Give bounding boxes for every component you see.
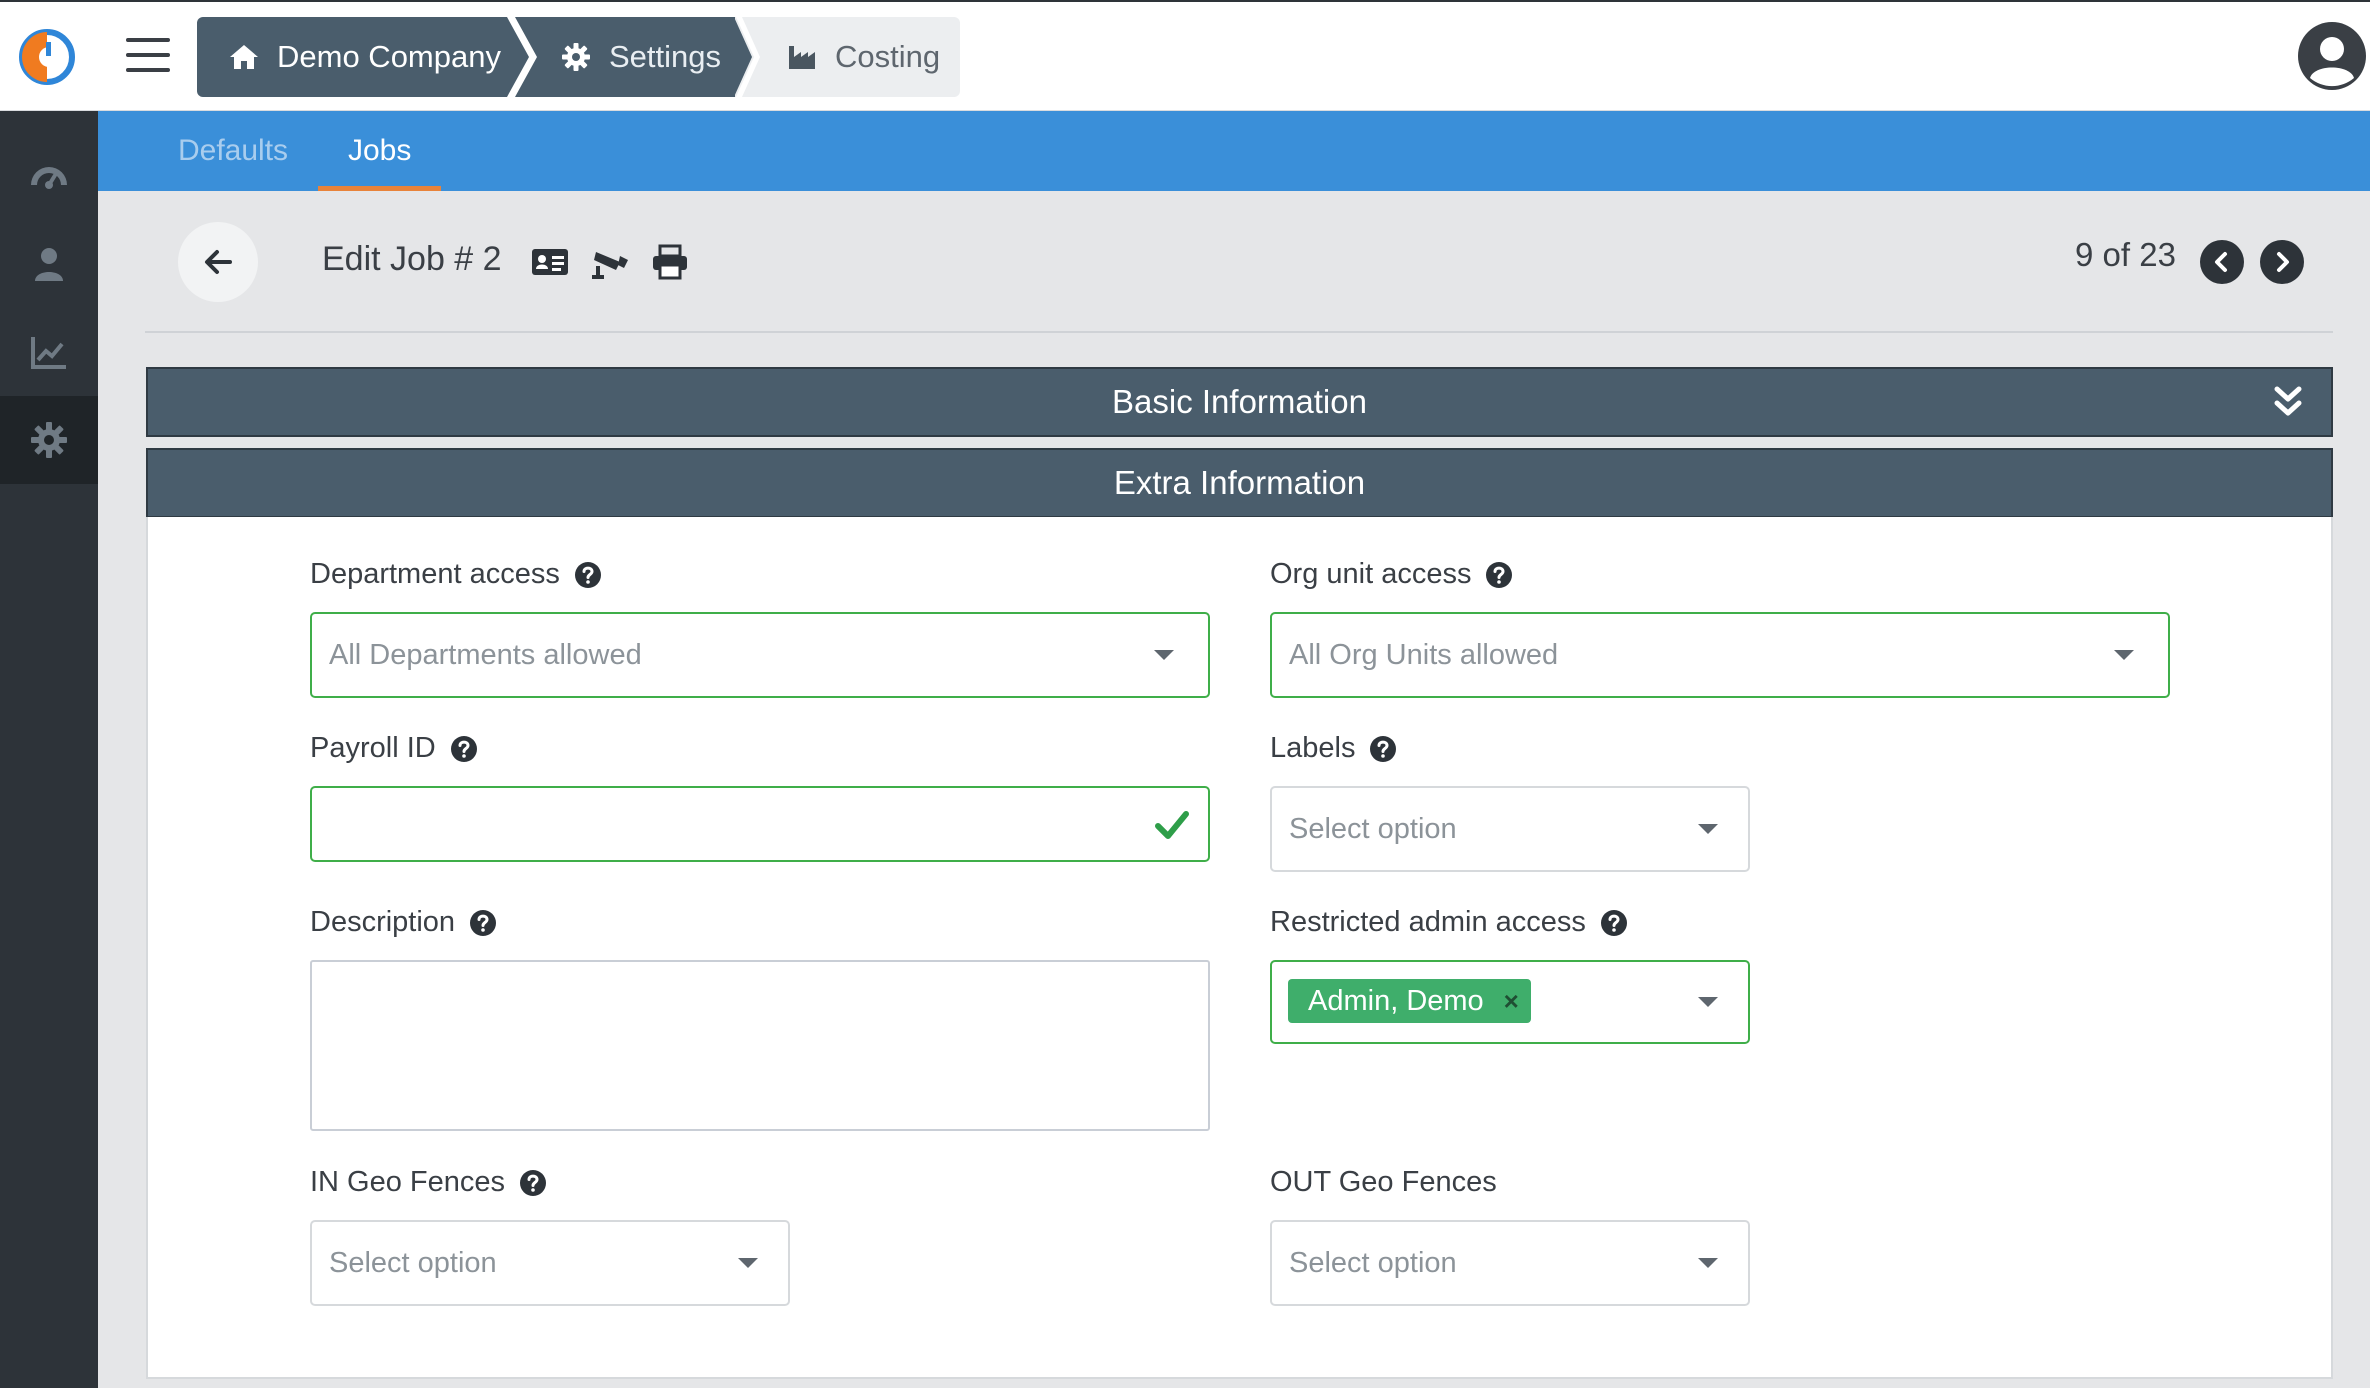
- help-icon[interactable]: [1369, 735, 1397, 763]
- caret-down-icon: [2114, 650, 2134, 660]
- labels-label: Labels: [1270, 732, 1397, 765]
- header-divider: [145, 331, 2333, 333]
- sidebar-item-employees[interactable]: [0, 220, 98, 308]
- id-card-icon[interactable]: [530, 242, 570, 282]
- caret-down-icon: [1698, 824, 1718, 834]
- top-bar: Demo Company Settings Costing: [0, 0, 2370, 111]
- chart-icon: [31, 337, 66, 369]
- tag-label: Admin, Demo: [1308, 984, 1484, 1017]
- caret-down-icon: [1154, 650, 1174, 660]
- menu-line: [126, 38, 170, 42]
- sidebar-item-reports[interactable]: [0, 308, 98, 396]
- panel-title: Extra Information: [1113, 464, 1366, 501]
- menu-line: [126, 68, 170, 72]
- tab-defaults[interactable]: Defaults: [178, 111, 288, 191]
- caret-down-icon: [1698, 1258, 1718, 1268]
- double-chevron-down-icon[interactable]: [2269, 383, 2307, 423]
- menu-toggle-button[interactable]: [126, 38, 170, 74]
- breadcrumb-costing[interactable]: Costing: [735, 17, 960, 97]
- chevron-right-icon: [2277, 252, 2289, 272]
- next-record-button[interactable]: [2260, 240, 2304, 284]
- sidebar-item-settings[interactable]: [0, 396, 98, 484]
- sidebar: [0, 111, 98, 1388]
- sidebar-item-dashboard[interactable]: [0, 132, 98, 220]
- page-title: Edit Job # 2: [322, 240, 502, 278]
- select-placeholder: Select option: [329, 1246, 497, 1279]
- help-icon[interactable]: [1600, 909, 1628, 937]
- breadcrumb-settings[interactable]: Settings: [507, 17, 752, 97]
- select-value: All Org Units allowed: [1289, 638, 1559, 671]
- out-geo-fences-select[interactable]: Select option: [1270, 1220, 1750, 1306]
- help-icon[interactable]: [574, 561, 602, 589]
- help-icon[interactable]: [1485, 561, 1513, 589]
- home-icon: [227, 40, 261, 74]
- valid-check-icon: [1155, 811, 1189, 839]
- restricted-admin-access-label: Restricted admin access: [1270, 906, 1628, 939]
- settings-icon: [31, 422, 67, 458]
- breadcrumb-separator: [507, 17, 537, 97]
- in-geo-fences-label: IN Geo Fences: [310, 1166, 547, 1199]
- selected-tag-admin-demo: Admin, Demo ×: [1288, 979, 1531, 1023]
- select-placeholder: Select option: [1289, 1246, 1457, 1279]
- field-label: Labels: [1270, 732, 1356, 764]
- user-avatar-icon[interactable]: [2296, 20, 2368, 92]
- breadcrumb-label: Settings: [609, 39, 722, 74]
- breadcrumb-label: Demo Company: [277, 39, 501, 74]
- chevron-left-icon: [2215, 252, 2227, 272]
- industry-icon: [785, 40, 819, 74]
- tab-bar: Defaults Jobs: [98, 111, 2370, 191]
- panel-title: Basic Information: [1112, 383, 1367, 420]
- panel-basic-information[interactable]: Basic Information: [146, 367, 2333, 437]
- field-label: IN Geo Fences: [310, 1166, 506, 1198]
- panel-extra-information[interactable]: Extra Information: [146, 448, 2333, 518]
- caret-down-icon: [1698, 997, 1718, 1007]
- description-label: Description: [310, 906, 497, 939]
- app-logo-icon[interactable]: [18, 28, 76, 86]
- select-value: All Departments allowed: [329, 638, 642, 671]
- camera-icon[interactable]: [590, 242, 630, 282]
- breadcrumb-demo-company[interactable]: Demo Company: [197, 17, 532, 97]
- tab-jobs[interactable]: Jobs: [318, 111, 442, 191]
- print-icon[interactable]: [650, 242, 690, 282]
- field-label: OUT Geo Fences: [1270, 1166, 1497, 1198]
- labels-select[interactable]: Select option: [1270, 786, 1750, 872]
- field-label: Org unit access: [1270, 558, 1472, 590]
- back-button[interactable]: [178, 222, 258, 302]
- help-icon[interactable]: [469, 909, 497, 937]
- department-access-label: Department access: [310, 558, 602, 591]
- breadcrumb-separator: [734, 17, 760, 97]
- breadcrumb-label: Costing: [835, 39, 941, 74]
- dashboard-icon: [31, 167, 67, 189]
- caret-down-icon: [738, 1258, 758, 1268]
- description-textarea[interactable]: [310, 960, 1210, 1131]
- field-label: Restricted admin access: [1270, 906, 1586, 938]
- org-unit-access-select[interactable]: All Org Units allowed: [1270, 612, 2170, 698]
- menu-line: [126, 53, 170, 57]
- select-placeholder: Select option: [1289, 812, 1457, 845]
- help-icon[interactable]: [450, 735, 478, 763]
- field-label: Department access: [310, 558, 560, 590]
- remove-tag-icon[interactable]: ×: [1504, 986, 1519, 1017]
- org-unit-access-label: Org unit access: [1270, 558, 1513, 591]
- previous-record-button[interactable]: [2200, 240, 2244, 284]
- field-label: Description: [310, 906, 456, 938]
- help-icon[interactable]: [519, 1169, 547, 1197]
- out-geo-fences-label: OUT Geo Fences: [1270, 1166, 1497, 1199]
- gear-icon: [559, 40, 593, 74]
- department-access-select[interactable]: All Departments allowed: [310, 612, 1210, 698]
- employee-icon: [35, 248, 63, 281]
- in-geo-fences-select[interactable]: Select option: [310, 1220, 790, 1306]
- arrow-left-icon: [205, 250, 232, 274]
- payroll-id-input[interactable]: [310, 786, 1210, 862]
- payroll-id-label: Payroll ID: [310, 732, 478, 765]
- field-label: Payroll ID: [310, 732, 436, 764]
- record-pager: 9 of 23: [2075, 236, 2176, 273]
